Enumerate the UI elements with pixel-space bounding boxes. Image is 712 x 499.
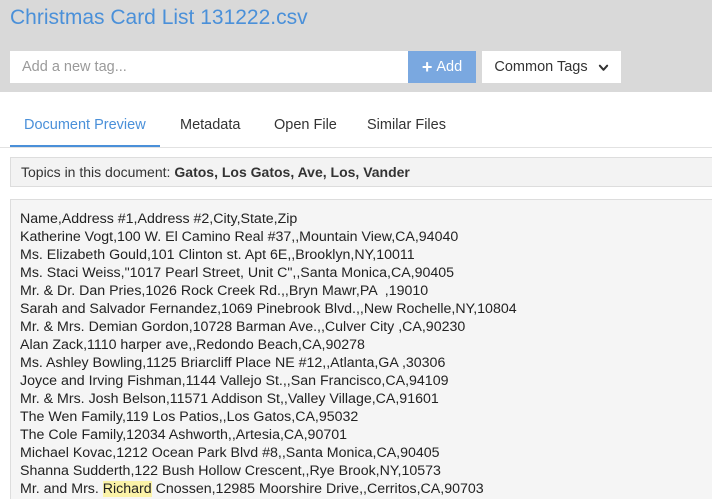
document-line: The Cole Family,12034 Ashworth,,Artesia,… <box>20 427 348 443</box>
line-text-after: Cnossen,12985 Moorshire Drive,,Cerritos,… <box>151 481 484 497</box>
document-line: Sarah and Salvador Fernandez,1069 Pinebr… <box>20 301 517 317</box>
topics-prefix: Topics in this document: <box>21 164 171 180</box>
document-line: Ms. Elizabeth Gould,101 Clinton st. Apt … <box>20 247 415 263</box>
document-line: Mr. & Mrs. Demian Gordon,10728 Barman Av… <box>20 319 466 335</box>
add-tag-input[interactable] <box>10 51 408 83</box>
file-header: Christmas Card List 131222.csv + Add Com… <box>0 0 712 92</box>
tab-document-preview[interactable]: Document Preview <box>10 105 160 147</box>
document-line: Ms. Staci Weiss,"1017 Pearl Street, Unit… <box>20 265 455 281</box>
tab-open-file[interactable]: Open File <box>274 105 337 145</box>
document-line: Mr. & Mrs. Josh Belson,11571 Addison St,… <box>20 391 439 407</box>
document-line: Ms. Ashley Bowling,1125 Briarcliff Place… <box>20 355 446 371</box>
chevron-down-icon <box>598 64 608 71</box>
search-highlight: Richard <box>102 481 152 497</box>
document-line: Shanna Sudderth,122 Bush Hollow Crescent… <box>20 463 441 479</box>
document-preview: Name,Address #1,Address #2,City,State,Zi… <box>10 199 712 499</box>
topics-values: Gatos, Los Gatos, Ave, Los, Vander <box>174 164 410 180</box>
common-tags-dropdown[interactable]: Common Tags <box>482 51 621 83</box>
document-line: Joyce and Irving Fishman,1144 Vallejo St… <box>20 373 449 389</box>
add-tag-button[interactable]: + Add <box>408 51 476 83</box>
document-line: The Wen Family,119 Los Patios,,Los Gatos… <box>20 409 359 425</box>
topics-bar: Topics in this document: Gatos, Los Gato… <box>10 157 712 187</box>
document-line: Mr. & Dr. Dan Pries,1026 Rock Creek Rd.,… <box>20 283 429 299</box>
document-line: Michael Kovac,1212 Ocean Park Blvd #8,,S… <box>20 445 440 461</box>
line-text-before: Mr. and Mrs. <box>20 481 103 497</box>
tab-bar: Document Preview Metadata Open File Simi… <box>0 105 712 148</box>
document-line: Name,Address #1,Address #2,City,State,Zi… <box>20 211 298 227</box>
tab-similar-files[interactable]: Similar Files <box>367 105 446 145</box>
plus-icon: + <box>421 57 433 77</box>
document-line-highlighted: Mr. and Mrs. Richard Cnossen,12985 Moors… <box>20 480 703 498</box>
common-tags-label: Common Tags <box>494 59 588 75</box>
document-line: Alan Zack,1110 harper ave,,Redondo Beach… <box>20 337 365 353</box>
tab-metadata[interactable]: Metadata <box>180 105 240 145</box>
add-button-label: Add <box>436 59 463 75</box>
document-line: Katherine Vogt,100 W. El Camino Real #37… <box>20 229 459 245</box>
file-title: Christmas Card List 131222.csv <box>10 6 308 29</box>
